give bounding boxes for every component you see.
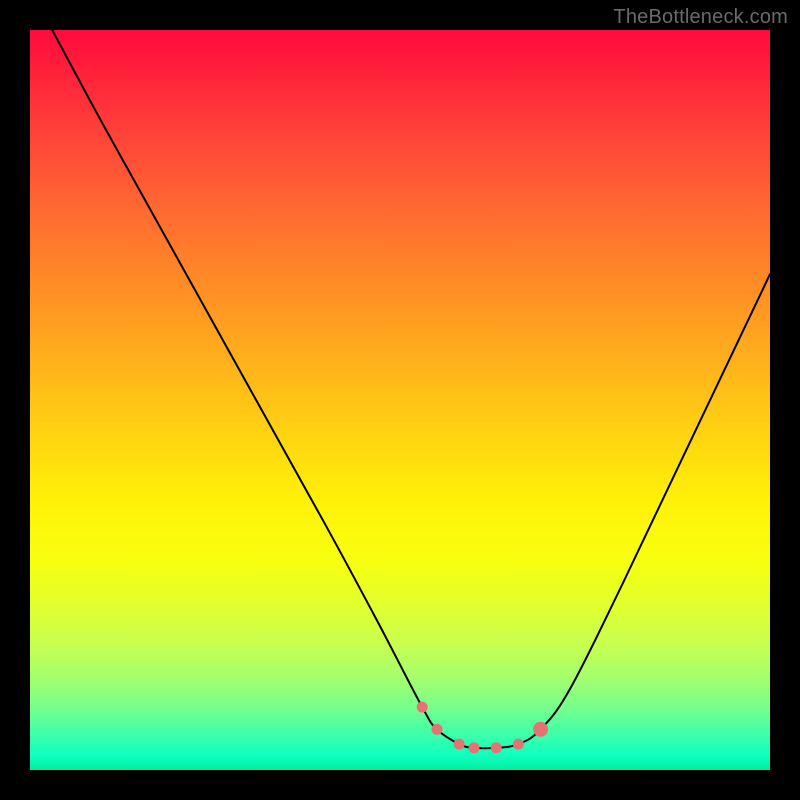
optimal-zone-markers [417, 702, 548, 754]
optimal-marker [417, 702, 428, 713]
optimal-marker [432, 724, 443, 735]
chart-frame: TheBottleneck.com [0, 0, 800, 800]
curve-svg [30, 30, 770, 770]
optimal-marker [513, 739, 524, 750]
optimal-marker [491, 742, 502, 753]
watermark-text: TheBottleneck.com [613, 6, 788, 29]
bottleneck-curve [52, 30, 770, 748]
optimal-marker [469, 742, 480, 753]
optimal-marker [454, 739, 465, 750]
optimal-marker [533, 722, 548, 737]
plot-area [30, 30, 770, 770]
